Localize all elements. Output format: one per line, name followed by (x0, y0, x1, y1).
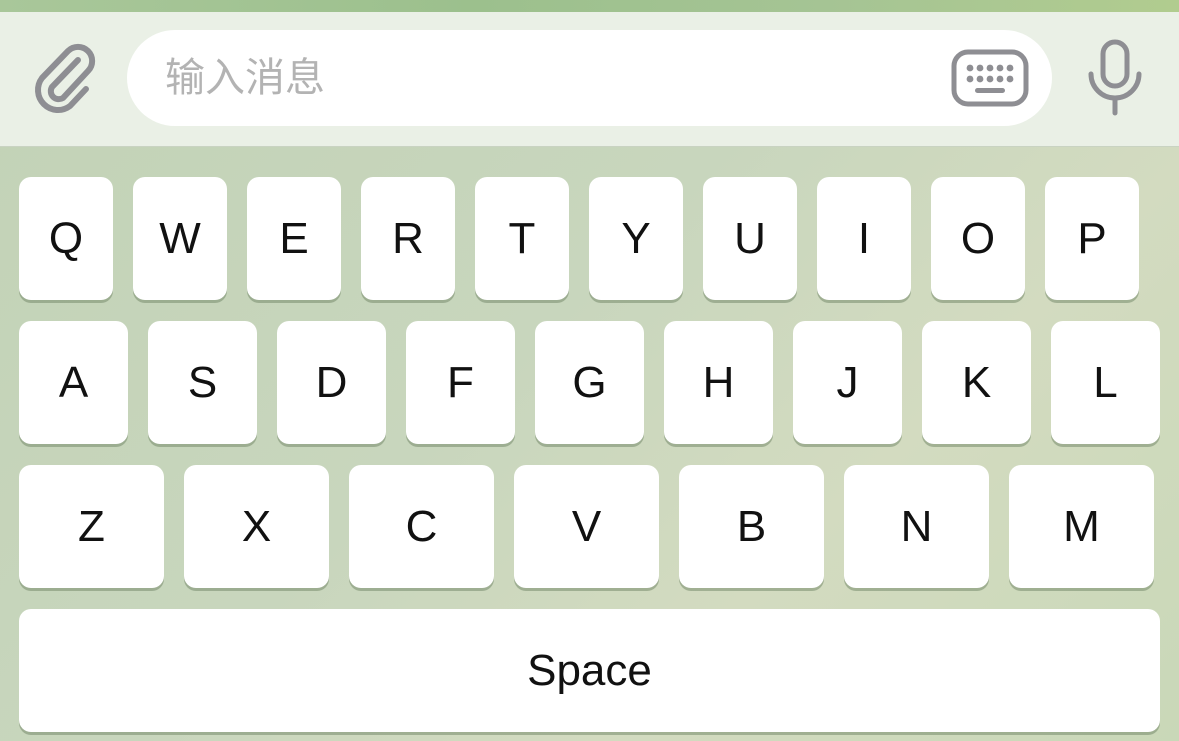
key-b[interactable]: B (679, 465, 824, 588)
key-c[interactable]: C (349, 465, 494, 588)
key-w[interactable]: W (133, 177, 227, 300)
key-s[interactable]: S (148, 321, 257, 444)
microphone-icon (1088, 39, 1142, 116)
key-z[interactable]: Z (19, 465, 164, 588)
key-u[interactable]: U (703, 177, 797, 300)
keyboard-icon (951, 49, 1029, 107)
key-h[interactable]: H (664, 321, 773, 444)
attach-button[interactable] (26, 38, 102, 114)
key-x[interactable]: X (184, 465, 329, 588)
chat-wallpaper-strip (0, 0, 1179, 12)
keyboard-toggle-button[interactable] (950, 46, 1030, 110)
key-g[interactable]: G (535, 321, 644, 444)
key-n[interactable]: N (844, 465, 989, 588)
space-key[interactable]: Space (19, 609, 1160, 732)
message-input[interactable] (165, 48, 925, 108)
key-t[interactable]: T (475, 177, 569, 300)
key-l[interactable]: L (1051, 321, 1160, 444)
key-v[interactable]: V (514, 465, 659, 588)
message-input-container[interactable] (127, 30, 1052, 126)
paperclip-icon (35, 43, 96, 113)
key-k[interactable]: K (922, 321, 1031, 444)
key-i[interactable]: I (817, 177, 911, 300)
key-f[interactable]: F (406, 321, 515, 444)
key-j[interactable]: J (793, 321, 902, 444)
key-q[interactable]: Q (19, 177, 113, 300)
key-e[interactable]: E (247, 177, 341, 300)
key-a[interactable]: A (19, 321, 128, 444)
key-r[interactable]: R (361, 177, 455, 300)
key-p[interactable]: P (1045, 177, 1139, 300)
key-m[interactable]: M (1009, 465, 1154, 588)
key-o[interactable]: O (931, 177, 1025, 300)
message-input-bar (0, 12, 1179, 147)
voice-record-button[interactable] (1080, 38, 1150, 118)
chat-screen: Q W E R T Y U I O P A S D F G H J K L Z … (0, 0, 1179, 741)
key-y[interactable]: Y (589, 177, 683, 300)
key-d[interactable]: D (277, 321, 386, 444)
